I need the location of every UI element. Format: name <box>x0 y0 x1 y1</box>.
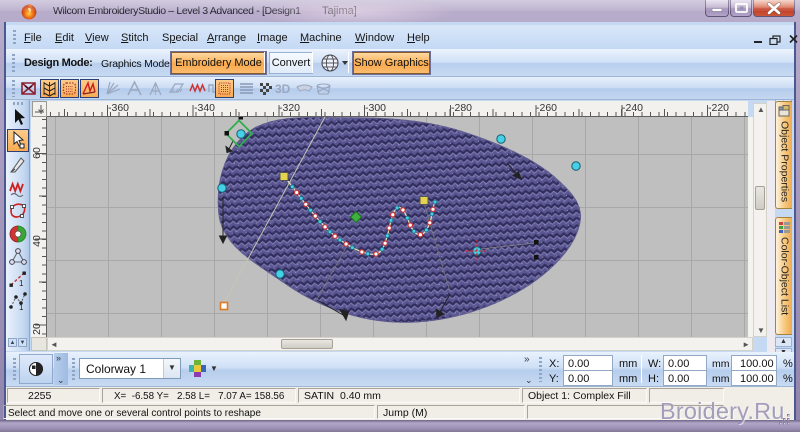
svg-text:1: 1 <box>19 279 24 288</box>
svg-text:1: 1 <box>19 303 24 311</box>
